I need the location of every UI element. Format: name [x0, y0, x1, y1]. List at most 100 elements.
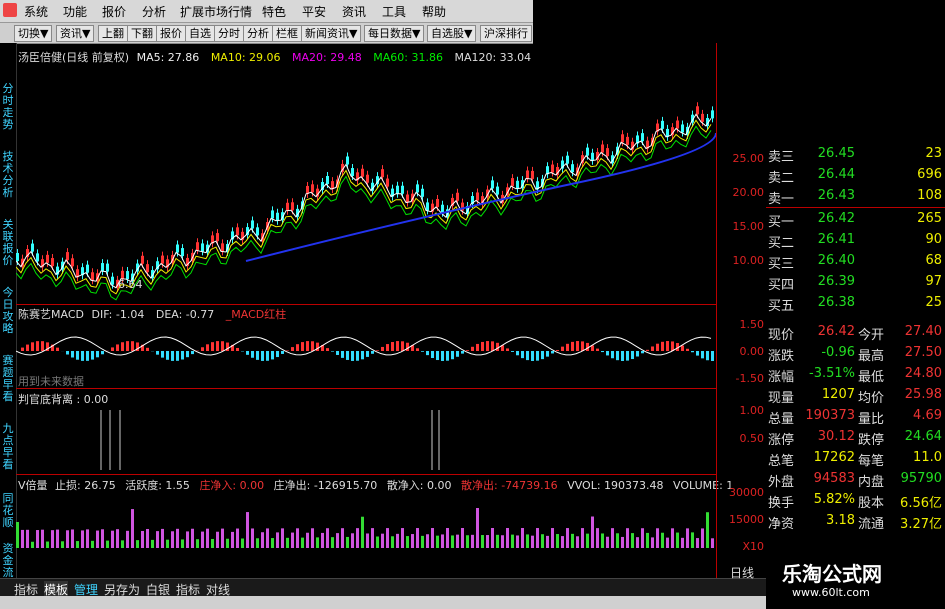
macd-bar	[696, 351, 699, 356]
menu-function[interactable]: 功能	[63, 3, 87, 20]
stat-value: 1207	[821, 387, 855, 402]
stat-label: 现价	[768, 328, 795, 343]
macd-bar	[541, 351, 544, 360]
quote-level-label: 买二	[768, 236, 795, 251]
period-label[interactable]: 日线	[730, 564, 754, 581]
axis-label: 15.00	[732, 220, 765, 233]
frame-button[interactable]: 栏框	[272, 25, 302, 42]
menu-pingan[interactable]: 平安	[302, 3, 326, 20]
volume-bar	[551, 528, 554, 548]
volume-bar	[111, 530, 114, 548]
menu-news[interactable]: 资讯	[342, 3, 366, 20]
volume-bar	[651, 537, 654, 548]
side-tab-related[interactable]: 关联报价	[1, 219, 15, 267]
side-tab-strategy[interactable]: 今日攻略	[1, 287, 15, 335]
macd-bar	[221, 341, 224, 351]
axis-label: 1.50	[739, 318, 765, 331]
ma5-value: MA5: 27.86	[136, 51, 200, 64]
page-down-button[interactable]: 下翻	[127, 25, 157, 42]
macd-bar	[681, 345, 684, 351]
macd-bar	[86, 351, 89, 361]
panel-divider	[16, 474, 716, 475]
logo-url: www.60lt.com	[792, 586, 870, 599]
macd-bar	[396, 341, 399, 351]
news-button[interactable]: 新闻资讯▼	[301, 25, 362, 42]
macd-bar	[66, 351, 69, 355]
stat-label: 内盘	[858, 475, 885, 490]
macd-bar	[216, 341, 219, 351]
toolbar: 切换▼ 资讯▼ 上翻 下翻 报价 自选 分时 分析 栏框 新闻资讯▼ 每日数据▼…	[0, 23, 533, 44]
volume-bar	[196, 539, 199, 548]
volume-bar	[626, 528, 629, 548]
stat-label: 最低	[858, 370, 885, 385]
ma20-value: MA20: 29.48	[292, 51, 362, 64]
volume-bar	[66, 530, 69, 548]
analysis-button[interactable]: 分析	[243, 25, 273, 42]
menu-special[interactable]: 特色	[262, 3, 286, 20]
menu-ext-market[interactable]: 扩展市场行情	[180, 3, 252, 20]
volume-bar	[36, 530, 39, 548]
daily-data-button[interactable]: 每日数据▼	[364, 25, 425, 42]
quote-volume: 23	[925, 146, 942, 161]
quote-button[interactable]: 报价	[156, 25, 186, 42]
macd-bar	[201, 347, 204, 351]
menu-analysis[interactable]: 分析	[142, 3, 166, 20]
macd-bar	[576, 341, 579, 351]
macd-bar	[131, 341, 134, 351]
macd-bar	[246, 351, 249, 355]
side-tab-bar: 分时走势 技术分析 关联报价 今日攻略 赛题早看 九点早看 同花顺 资金流	[0, 43, 17, 588]
macd-bar	[346, 351, 349, 360]
side-tab-technical[interactable]: 技术分析	[1, 151, 15, 199]
page-up-button[interactable]: 上翻	[98, 25, 128, 42]
macd-bar	[271, 351, 274, 360]
ranking-button[interactable]: 沪深排行	[480, 25, 532, 42]
my-stocks-button[interactable]: 自选股▼	[427, 25, 477, 42]
vol-stop: 止损: 26.75	[55, 479, 116, 492]
volume-bar	[466, 535, 469, 548]
macd-bar	[511, 351, 514, 352]
macd-bar	[476, 343, 479, 351]
volume-bar	[546, 535, 549, 548]
volume-bar	[391, 536, 394, 548]
macd-bar	[671, 341, 674, 351]
side-tab-morning[interactable]: 赛题早看	[1, 355, 15, 403]
side-tab-intraday[interactable]: 分时走势	[1, 83, 15, 131]
switch-button[interactable]: 切换▼	[14, 25, 53, 42]
favorites-button[interactable]: 自选	[185, 25, 215, 42]
macd-bar	[551, 351, 554, 354]
intraday-button[interactable]: 分时	[214, 25, 244, 42]
macd-bar	[691, 351, 694, 353]
menu-help[interactable]: 帮助	[422, 3, 446, 20]
side-tab-funds[interactable]: 资金流	[1, 543, 15, 579]
menu-system[interactable]: 系统	[24, 3, 48, 20]
macd-bar	[331, 351, 334, 352]
stat-value: 95790	[900, 471, 942, 486]
macd-bar	[651, 346, 654, 351]
macd-bar	[606, 351, 609, 356]
future-data-note: 用到未来数据	[18, 375, 84, 388]
vvol-value: VVOL: 190373.48	[567, 479, 664, 492]
macd-bar	[621, 351, 624, 361]
quote-level-label: 买一	[768, 215, 795, 230]
macd-bar	[581, 341, 584, 351]
volume-bar	[41, 529, 44, 548]
side-tab-ths[interactable]: 同花顺	[1, 493, 15, 529]
volume-bar	[681, 537, 684, 548]
menu-tools[interactable]: 工具	[382, 3, 406, 20]
volume-bar	[441, 534, 444, 548]
info-button[interactable]: 资讯▼	[56, 25, 95, 42]
macd-bar	[366, 351, 369, 357]
volume-bar	[536, 528, 539, 548]
stat-value: -3.51%	[809, 366, 855, 381]
macd-bar	[471, 346, 474, 351]
menu-quote[interactable]: 报价	[102, 3, 126, 20]
side-tab-nine[interactable]: 九点早看	[1, 423, 15, 471]
macd-bar	[416, 348, 419, 351]
axis-label: 0.50	[739, 432, 765, 445]
volume-bar	[346, 536, 349, 548]
volume-bar	[61, 541, 64, 548]
ma60-value: MA60: 31.86	[373, 51, 443, 64]
vol-retail-in: 散净入: 0.00	[386, 479, 452, 492]
volume-bar	[471, 534, 474, 548]
volume-bar	[676, 532, 679, 548]
